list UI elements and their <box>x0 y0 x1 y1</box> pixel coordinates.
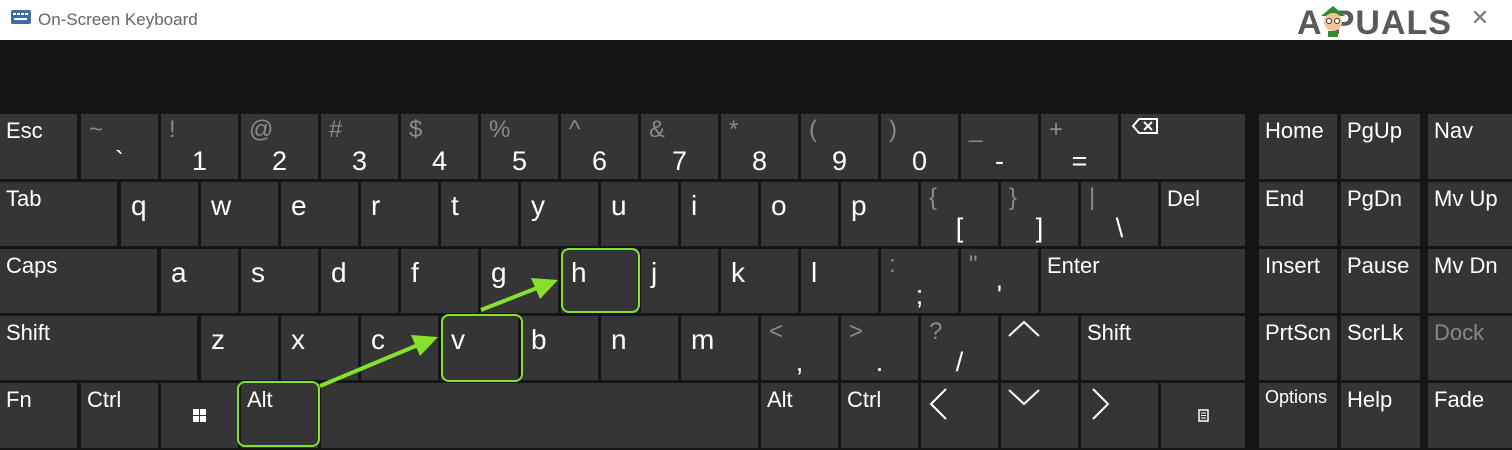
key-3[interactable]: #3 <box>321 114 398 179</box>
key-fade[interactable]: Fade <box>1428 383 1512 448</box>
arrow-left-icon <box>929 388 947 420</box>
key-help[interactable]: Help <box>1341 383 1420 448</box>
highlight-h <box>561 248 640 313</box>
key-x[interactable]: x <box>281 316 358 380</box>
key-scrlk[interactable]: ScrLk <box>1341 316 1420 380</box>
key-s[interactable]: s <box>241 249 318 313</box>
key-1[interactable]: ! 1 <box>161 114 238 179</box>
key-end[interactable]: End <box>1259 182 1337 246</box>
key-d[interactable]: d <box>321 249 398 313</box>
key-2[interactable]: @2 <box>241 114 318 179</box>
key-equals[interactable]: + = <box>1041 114 1118 179</box>
key-insert[interactable]: Insert <box>1259 249 1337 313</box>
key-ctrl-left[interactable]: Ctrl <box>81 383 158 448</box>
arrow-right-icon <box>1092 388 1110 420</box>
key-fn[interactable]: Fn <box>0 383 77 448</box>
key-n[interactable]: n <box>601 316 678 380</box>
key-p[interactable]: p <box>841 182 918 246</box>
key-home[interactable]: Home <box>1259 114 1337 179</box>
highlight-v <box>441 314 523 382</box>
key-alt-right[interactable]: Alt <box>761 383 838 448</box>
key-windows[interactable] <box>161 383 238 448</box>
key-slash[interactable]: ? / <box>921 316 998 380</box>
context-menu-icon <box>1198 409 1209 422</box>
key-prtscn[interactable]: PrtScn <box>1259 316 1337 380</box>
key-8[interactable]: * 8 <box>721 114 798 179</box>
backspace-icon <box>1131 118 1158 134</box>
key-arrow-right[interactable] <box>1081 383 1158 448</box>
key-ctrl-right[interactable]: Ctrl <box>841 383 918 448</box>
key-j[interactable]: j <box>641 249 718 313</box>
arrow-down-icon <box>1008 389 1040 406</box>
key-backspace[interactable] <box>1121 114 1245 179</box>
arrow-up-icon <box>1008 320 1040 337</box>
key-pgup[interactable]: PgUp <box>1341 114 1420 179</box>
key-comma[interactable]: <, <box>761 316 838 380</box>
title-bar: On-Screen Keyboard A PUALS ✕ <box>0 0 1512 42</box>
key-t[interactable]: t <box>441 182 518 246</box>
key-del[interactable]: Del <box>1161 182 1245 246</box>
key-6[interactable]: ^ 6 <box>561 114 638 179</box>
key-c[interactable]: c <box>361 316 438 380</box>
key-enter[interactable]: Enter <box>1041 249 1245 313</box>
key-5[interactable]: % 5 <box>481 114 558 179</box>
key-caps[interactable]: Caps <box>0 249 157 313</box>
key-a[interactable]: a <box>161 249 238 313</box>
key-esc[interactable]: Esc <box>0 114 77 179</box>
key-quote[interactable]: " ' <box>961 249 1038 313</box>
windows-logo-icon <box>193 409 206 422</box>
key-options[interactable]: Options <box>1259 383 1337 448</box>
key-backtick[interactable]: ~ ` <box>81 114 158 179</box>
key-semicolon[interactable]: :; <box>881 249 958 313</box>
key-0[interactable]: ) 0 <box>881 114 958 179</box>
key-7[interactable]: & 7 <box>641 114 718 179</box>
key-z[interactable]: z <box>201 316 278 380</box>
key-menu[interactable] <box>1161 383 1245 448</box>
key-period[interactable]: >. <box>841 316 918 380</box>
key-minus[interactable]: _ - <box>961 114 1038 179</box>
highlight-alt <box>237 381 320 447</box>
key-arrow-up[interactable] <box>1001 316 1078 380</box>
key-pgdn[interactable]: PgDn <box>1341 182 1420 246</box>
key-tab[interactable]: Tab <box>0 182 117 246</box>
keyboard-app-icon <box>11 10 31 24</box>
key-o[interactable]: o <box>761 182 838 246</box>
key-9[interactable]: (9 <box>801 114 878 179</box>
key-i[interactable]: i <box>681 182 758 246</box>
key-nav[interactable]: Nav <box>1428 114 1512 179</box>
key-pause[interactable]: Pause <box>1341 249 1420 313</box>
key-k[interactable]: k <box>721 249 798 313</box>
key-w[interactable]: w <box>201 182 278 246</box>
close-icon[interactable]: ✕ <box>1470 7 1490 29</box>
key-mv-dn[interactable]: Mv Dn <box>1428 249 1512 313</box>
window-title: On-Screen Keyboard <box>38 10 198 29</box>
key-b[interactable]: b <box>521 316 598 380</box>
key-arrow-left[interactable] <box>921 383 998 448</box>
key-dock: Dock <box>1428 316 1512 380</box>
key-space[interactable] <box>321 383 758 448</box>
key-4[interactable]: $4 <box>401 114 478 179</box>
key-y[interactable]: y <box>521 182 598 246</box>
key-g[interactable]: g <box>481 249 558 313</box>
key-shift-right[interactable]: Shift <box>1081 316 1245 380</box>
key-m[interactable]: m <box>681 316 758 380</box>
keyboard-area: Esc ~ ` ! 1 @2 #3 $4 % 5 ^ 6 & 7 * 8 (9 ) 0 _ - … <box>0 40 1512 450</box>
mascot-logo-icon <box>1321 6 1345 37</box>
key-left-bracket[interactable]: {[ <box>921 182 998 246</box>
key-f[interactable]: f <box>401 249 478 313</box>
key-r[interactable]: r <box>361 182 438 246</box>
key-mv-up[interactable]: Mv Up <box>1428 182 1512 246</box>
key-q[interactable]: q <box>121 182 198 246</box>
key-u[interactable]: u <box>601 182 678 246</box>
key-l[interactable]: l <box>801 249 878 313</box>
key-backslash[interactable]: | \ <box>1081 182 1158 246</box>
key-e[interactable]: e <box>281 182 358 246</box>
key-right-bracket[interactable]: }] <box>1001 182 1078 246</box>
key-shift-left[interactable]: Shift <box>0 316 197 380</box>
key-arrow-down[interactable] <box>1001 383 1078 448</box>
